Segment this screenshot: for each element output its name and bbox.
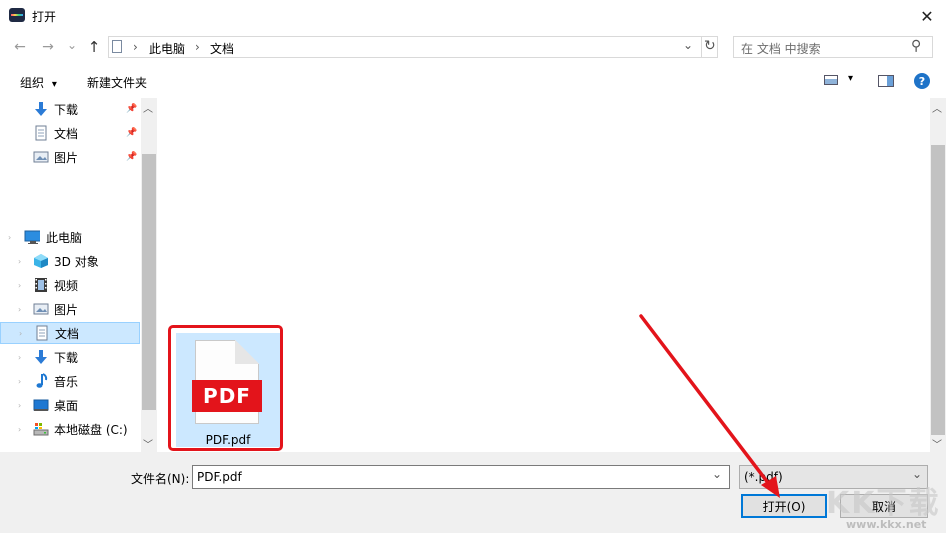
annotation-arrow <box>639 314 780 498</box>
arrow-shaft <box>639 314 774 490</box>
